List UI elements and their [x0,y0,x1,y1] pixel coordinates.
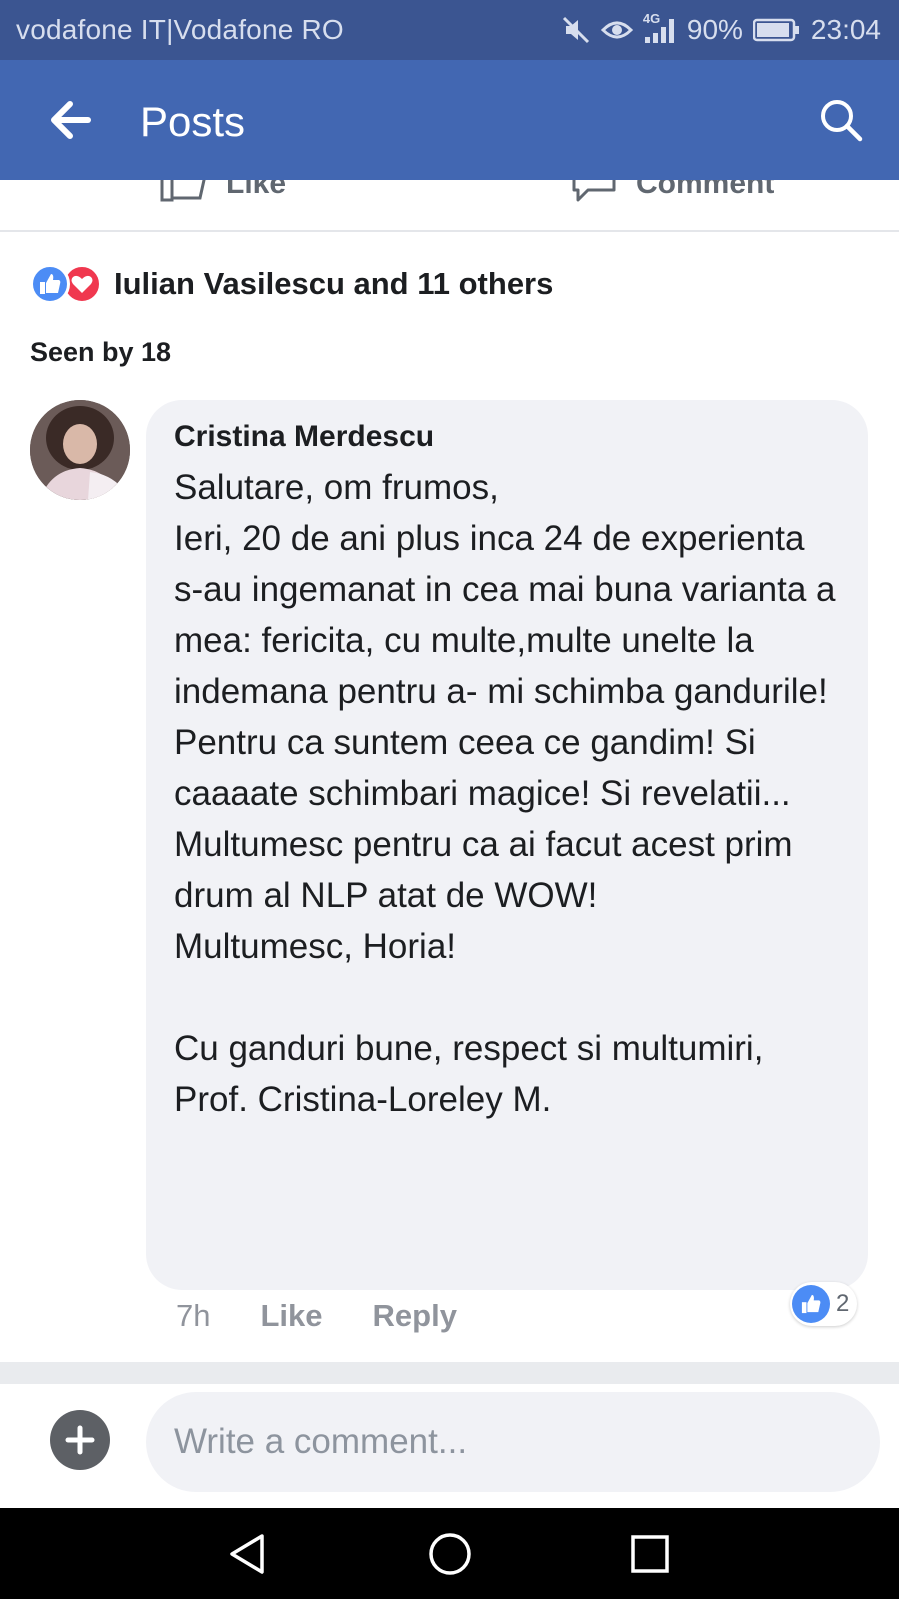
back-triangle-icon[interactable] [224,1530,272,1578]
comment-author[interactable]: Cristina Merdescu [174,420,840,454]
like-count-value: 2 [836,1290,850,1317]
seen-count: Seen by 18 [30,337,172,367]
signal-icon: 4G [643,11,677,45]
home-circle-icon[interactable] [426,1530,474,1578]
reactions-names: Iulian Vasilescu and 11 others [114,266,554,301]
clock: 23:04 [810,14,881,45]
status-icons: 4G 90% 23:04 [561,11,881,48]
post-action-row: Like Comment [0,180,899,232]
thumbs-up-outline-icon [160,180,208,210]
comment-timestamp: 7h [176,1298,211,1333]
post-comment-button[interactable]: Comment [570,180,774,210]
post-like-label: Like [226,180,287,200]
like-reaction-icon [30,264,70,304]
comment-composer [0,1384,899,1508]
page-title: Posts [140,98,246,145]
mute-icon [561,15,591,45]
battery-icon [752,18,801,42]
post-like-button[interactable]: Like [160,180,286,210]
avatar[interactable] [30,400,130,500]
eye-icon [600,18,633,42]
plus-icon[interactable] [50,1410,110,1470]
system-nav-bar [0,1508,899,1599]
comment-bubble-icon [570,180,618,210]
comment-meta: 7h Like Reply [176,1298,457,1334]
divider [0,1362,899,1384]
app-bar: Posts [0,60,899,180]
post-comment-label: Comment [636,180,775,200]
reactions-summary[interactable]: Iulian Vasilescu and 11 others [30,262,553,306]
like-reaction-icon [792,1285,830,1323]
recents-square-icon[interactable] [626,1530,674,1578]
search-icon[interactable] [819,98,863,142]
comment-like-button[interactable]: Like [260,1298,322,1334]
comment-reply-button[interactable]: Reply [373,1298,457,1334]
status-bar: vodafone IT|Vodafone RO 4G 90% 23:04 [0,0,899,60]
comment-input[interactable] [146,1392,880,1492]
battery-percent: 90% [686,14,743,45]
carrier-name: vodafone IT|Vodafone RO [16,14,344,45]
arrow-left-icon[interactable] [48,100,92,140]
comment-like-count[interactable]: 2 [790,1282,858,1326]
comment-text: Salutare, om frumos, Ieri, 20 de ani plu… [174,468,836,1119]
comment-bubble[interactable]: Cristina Merdescu Salutare, om frumos, I… [146,400,868,1290]
